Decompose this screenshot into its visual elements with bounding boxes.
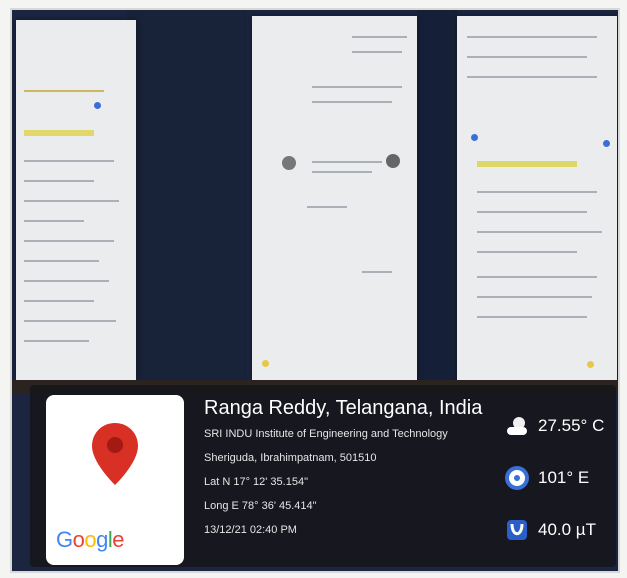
- map-pin-icon: [92, 423, 138, 485]
- address-line: Sheriguda, Ibrahimpatnam, 501510: [204, 452, 377, 464]
- board-panel-left: [127, 10, 247, 390]
- magnetic-field-icon: [507, 520, 527, 540]
- longitude: Long E 78° 36' 45.414": [204, 500, 317, 512]
- geotag-overlay: Google Ranga Reddy, Telangana, India SRI…: [30, 385, 616, 567]
- paper-sheet-middle: [252, 16, 417, 386]
- paper-sheet-right: [457, 16, 617, 386]
- compass-icon: [505, 466, 529, 490]
- temperature-stat: 27.55° C: [504, 413, 614, 439]
- magnetic-stat: 40.0 µT: [504, 517, 614, 543]
- direction-stat: 101° E: [504, 465, 614, 491]
- location-title: Ranga Reddy, Telangana, India: [204, 397, 483, 419]
- google-logo: Google: [56, 527, 125, 552]
- timestamp: 13/12/21 02:40 PM: [204, 524, 297, 536]
- cloud-sun-icon: [507, 417, 527, 435]
- temperature-value: 27.55° C: [538, 416, 605, 435]
- location-info: Ranga Reddy, Telangana, India SRI INDU I…: [204, 397, 482, 548]
- notice-board-photo: Google Ranga Reddy, Telangana, India SRI…: [10, 8, 620, 573]
- board-panel-right: [417, 10, 457, 390]
- paper-sheet-left: [16, 20, 136, 380]
- magnetic-value: 40.0 µT: [538, 520, 596, 539]
- institution-name: SRI INDU Institute of Engineering and Te…: [204, 428, 448, 440]
- latitude: Lat N 17° 12' 35.154": [204, 476, 308, 488]
- google-maps-card: Google: [46, 395, 184, 565]
- direction-value: 101° E: [538, 468, 590, 487]
